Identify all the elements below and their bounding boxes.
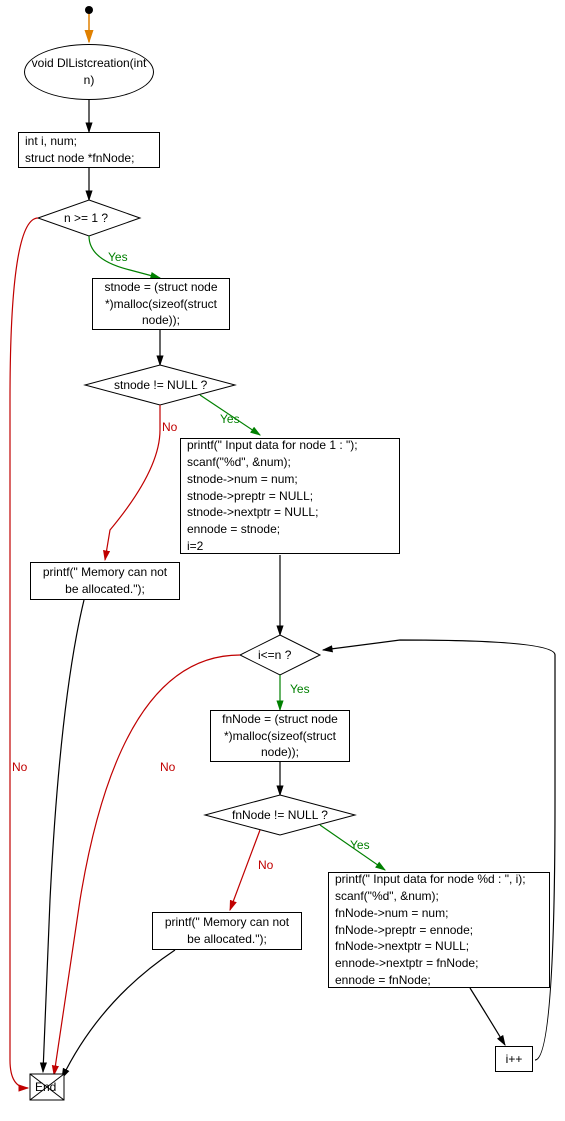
terminator-func: void DlListcreation(int n)	[24, 44, 154, 100]
d2-yes: Yes	[220, 412, 240, 426]
process-p1: stnode = (struct node *)malloc(sizeof(st…	[92, 278, 230, 330]
process-e1: printf(" Memory can not be allocated.");	[30, 562, 180, 600]
process-p4: printf(" Input data for node %d : ", i);…	[328, 872, 550, 988]
p2-label: printf(" Input data for node 1 : "); sca…	[187, 437, 358, 555]
inc-label: i++	[506, 1051, 523, 1068]
p3-label: fnNode = (struct node *)malloc(sizeof(st…	[222, 711, 338, 761]
decision-d2-label: stnode != NULL ?	[114, 378, 207, 392]
process-p3: fnNode = (struct node *)malloc(sizeof(st…	[210, 710, 350, 762]
process-inc: i++	[495, 1046, 533, 1072]
decision-d4-label: fnNode != NULL ?	[232, 808, 328, 822]
d4-yes: Yes	[350, 838, 370, 852]
p1-label: stnode = (struct node *)malloc(sizeof(st…	[104, 279, 217, 329]
decision-d3-label: i<=n ?	[258, 648, 291, 662]
e2-label: printf(" Memory can not be allocated.");	[165, 914, 289, 948]
d3-yes: Yes	[290, 682, 310, 696]
process-decl: int i, num; struct node *fnNode;	[18, 132, 160, 168]
p4-label: printf(" Input data for node %d : ", i);…	[335, 871, 526, 989]
process-e2: printf(" Memory can not be allocated.");	[152, 912, 302, 950]
d3-no: No	[160, 760, 175, 774]
decision-d1-label: n >= 1 ?	[64, 211, 108, 225]
decl-label: int i, num; struct node *fnNode;	[25, 133, 134, 167]
d2-no: No	[162, 420, 177, 434]
d1-no: No	[12, 760, 27, 774]
d1-yes: Yes	[108, 250, 128, 264]
e1-label: printf(" Memory can not be allocated.");	[43, 564, 167, 598]
d4-no: No	[258, 858, 273, 872]
func-label: void DlListcreation(int n)	[32, 55, 147, 89]
end-label: End	[35, 1080, 56, 1094]
process-p2: printf(" Input data for node 1 : "); sca…	[180, 438, 400, 554]
